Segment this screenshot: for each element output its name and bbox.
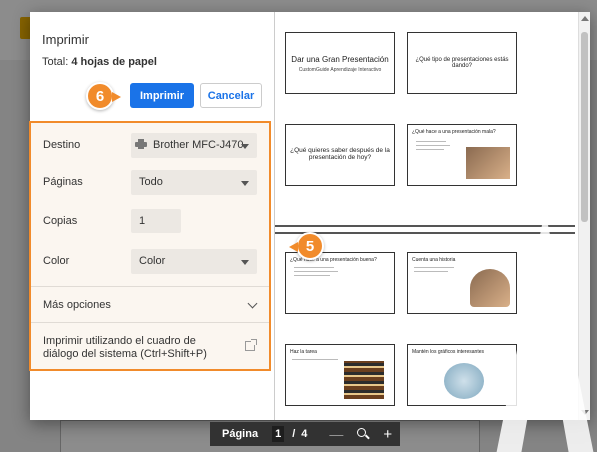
- printer-icon: [135, 139, 147, 149]
- slide-photo: [470, 269, 510, 307]
- color-row: Color Color: [31, 249, 269, 275]
- slide-title: Mantén los gráficos interesantes: [412, 349, 484, 355]
- slide-subtitle: CustomGuide Aprendizaje Interactivo: [298, 67, 382, 73]
- pages-row: Páginas Todo: [31, 170, 269, 196]
- preview-scrollbar[interactable]: [578, 12, 590, 420]
- copies-input[interactable]: 1: [131, 209, 181, 233]
- total-sheets: Total: 4 hojas de papel: [42, 56, 157, 68]
- total-value: 4 hojas de papel: [71, 56, 157, 68]
- scroll-up-icon[interactable]: [581, 16, 589, 21]
- total-label: Total:: [42, 56, 69, 68]
- copies-row: Copias 1: [31, 209, 269, 235]
- chevron-down-icon: [241, 144, 249, 149]
- chevron-down-icon[interactable]: [247, 298, 258, 309]
- zoom-reset-icon[interactable]: [357, 428, 371, 440]
- destination-label: Destino: [43, 139, 81, 151]
- open-external-icon[interactable]: [245, 339, 257, 351]
- color-label: Color: [43, 255, 70, 267]
- slide-photo: [466, 147, 510, 179]
- print-button[interactable]: Imprimir: [130, 83, 194, 108]
- destination-value: Brother MFC-J470: [153, 139, 244, 151]
- slide-thumbnail: Mantén los gráficos interesantes: [407, 344, 517, 406]
- pages-value: Todo: [139, 176, 163, 188]
- more-options-toggle[interactable]: Más opciones: [43, 299, 111, 311]
- color-select[interactable]: Color: [131, 249, 257, 274]
- step-callout-print: 6: [86, 82, 121, 110]
- slide-title: Cuenta una historia: [412, 257, 456, 263]
- zoom-out-icon[interactable]: —: [329, 426, 343, 442]
- slide-thumbnail: ¿Qué hace a una presentación buena?: [285, 252, 395, 314]
- preview-page-1: Dar una Gran Presentación CustomGuide Ap…: [275, 12, 575, 227]
- slide-title: ¿Qué tipo de presentaciones estás dando?: [415, 57, 509, 69]
- preview-page-2: ¿Qué hace a una presentación buena? Cuen…: [275, 232, 575, 420]
- dialog-title: Imprimir: [42, 32, 89, 47]
- slide-thumbnail: Haz la tarea: [285, 344, 395, 406]
- print-preview: Dar una Gran Presentación CustomGuide Ap…: [274, 12, 578, 420]
- system-dialog-link[interactable]: Imprimir utilizando el cuadro de diálogo…: [43, 335, 233, 361]
- page-number-input[interactable]: 1: [272, 426, 285, 442]
- slide-title: ¿Qué hace a una presentación mala?: [412, 129, 496, 135]
- slide-title: Haz la tarea: [290, 349, 317, 355]
- color-value: Color: [139, 255, 166, 267]
- slide-thumbnail: Dar una Gran Presentación CustomGuide Ap…: [285, 32, 395, 94]
- divider: [31, 286, 269, 287]
- step-callout-settings: 5: [289, 232, 324, 260]
- slide-title: Dar una Gran Presentación: [291, 55, 389, 64]
- slide-thumbnail: ¿Qué quieres saber después de la present…: [285, 124, 395, 186]
- slide-title: ¿Qué quieres saber después de la present…: [290, 147, 390, 161]
- page-toolbar: Página 1 / 4 — +: [210, 422, 400, 446]
- cancel-button[interactable]: Cancelar: [200, 83, 262, 108]
- slide-thumbnail: ¿Qué hace a una presentación mala?: [407, 124, 517, 186]
- print-settings-panel: Destino Brother MFC-J470 Páginas Todo Co…: [29, 121, 271, 371]
- pages-select[interactable]: Todo: [131, 170, 257, 195]
- scroll-thumb[interactable]: [581, 32, 588, 222]
- slide-thumbnail: ¿Qué tipo de presentaciones estás dando?: [407, 32, 517, 94]
- scroll-down-icon[interactable]: [581, 410, 589, 415]
- pages-label: Páginas: [43, 176, 83, 188]
- destination-row: Destino Brother MFC-J470: [31, 133, 269, 159]
- slide-graphic: [444, 363, 484, 399]
- slide-thumbnail: Cuenta una historia: [407, 252, 517, 314]
- zoom-in-icon[interactable]: +: [383, 426, 392, 443]
- chevron-down-icon: [241, 181, 249, 186]
- destination-select[interactable]: Brother MFC-J470: [131, 133, 257, 158]
- page-label: Página: [222, 428, 259, 440]
- slide-photo: [344, 361, 384, 399]
- page-separator: /: [292, 428, 296, 440]
- divider: [31, 322, 269, 323]
- chevron-down-icon: [241, 260, 249, 265]
- copies-label: Copias: [43, 215, 78, 227]
- page-total: 4: [301, 428, 308, 440]
